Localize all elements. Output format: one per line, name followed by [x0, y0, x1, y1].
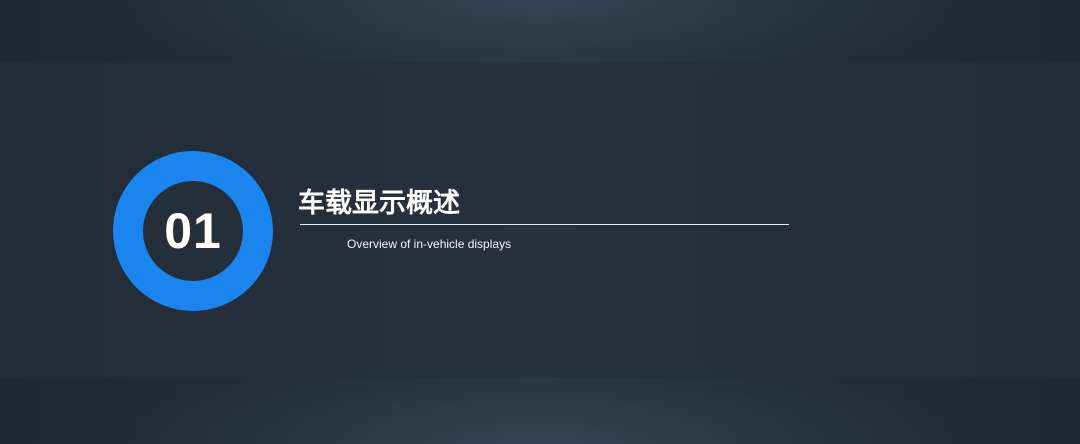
section-title: 车载显示概述 [298, 188, 460, 218]
section-subtitle: Overview of in-vehicle displays [347, 237, 512, 251]
title-divider [300, 224, 789, 225]
section-number: 01 [164, 203, 222, 259]
